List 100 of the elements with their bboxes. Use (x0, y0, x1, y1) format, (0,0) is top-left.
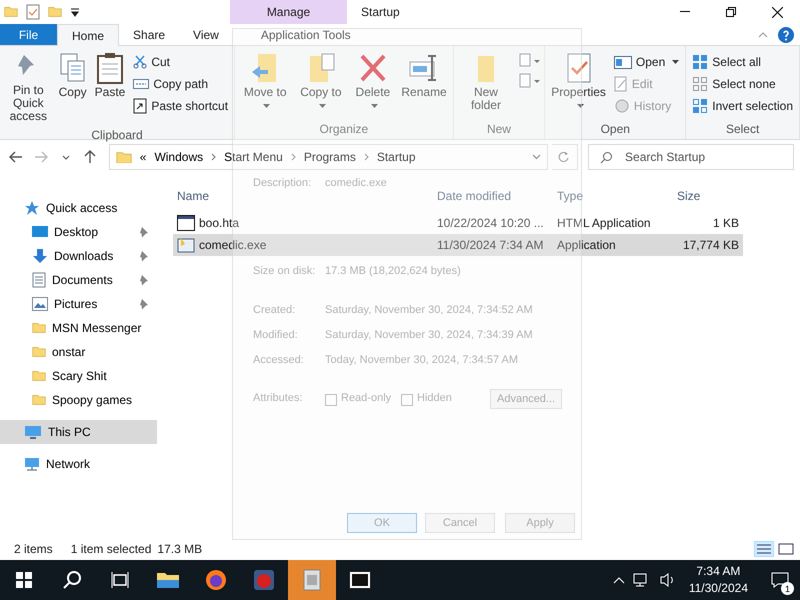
checkmark-document-icon (26, 4, 40, 20)
ribbon-button[interactable]: Open (612, 52, 682, 72)
pin-icon (139, 250, 149, 262)
folder-icon (4, 6, 18, 18)
archive-app-icon (349, 571, 371, 589)
nav-item[interactable]: This PC (0, 420, 157, 444)
large-icons-view-icon (776, 541, 796, 557)
folder-icon (32, 322, 46, 334)
nav-item[interactable]: onstar (0, 340, 157, 364)
file-name: boo.hta (199, 216, 240, 230)
ribbon-button[interactable]: Select none (690, 74, 795, 94)
edit-icon (614, 76, 628, 92)
caret-icon (318, 104, 326, 108)
details-view-icon (754, 541, 774, 557)
field-value: Saturday, November 30, 2024, 7:34:52 AM (325, 304, 533, 316)
breadcrumb[interactable]: Start Menu (224, 150, 283, 164)
search-icon (600, 151, 614, 164)
pin-icon (139, 274, 149, 286)
refresh-button[interactable] (552, 144, 578, 170)
restore-icon (726, 7, 736, 17)
ribbon-button[interactable]: Copy to (295, 48, 346, 121)
table-cell-text: Application (556, 238, 617, 252)
nav-item[interactable]: MSN Messenger (0, 316, 157, 340)
folder-icon (116, 150, 132, 164)
column-header[interactable]: Size (673, 189, 743, 203)
address-bar[interactable]: « Windows Start Menu Programs Startup (108, 144, 548, 170)
chevron-down-icon (532, 154, 541, 160)
search-field[interactable]: Search Startup (588, 144, 794, 170)
ribbon-button[interactable]: Copy path (131, 74, 230, 94)
ribbon-button[interactable]: Move to (239, 48, 292, 121)
ribbon-group-label: Select (724, 121, 760, 138)
nav-item[interactable]: Pictures (0, 292, 157, 316)
ribbon-button[interactable]: Invert selection (690, 96, 795, 116)
monitor-icon (24, 425, 42, 439)
checkbox[interactable] (401, 394, 413, 406)
contextual-tab-header[interactable]: Manage (230, 0, 347, 24)
ribbon-button[interactable]: Pin to Quick access (4, 48, 53, 127)
ribbon-tab[interactable]: File (0, 24, 57, 45)
back-arrow-icon (9, 151, 24, 163)
item-count: 2 items (14, 542, 53, 556)
nav-item[interactable]: Spoopy games (0, 388, 157, 412)
folder-icon (32, 394, 46, 406)
bird-app-icon (253, 569, 275, 591)
browser-globe-icon (205, 569, 227, 591)
column-header[interactable]: Name (173, 189, 433, 203)
field-label: Attributes: (253, 392, 303, 404)
field-value: 17.3 MB (18,202,624 bytes) (325, 265, 461, 277)
nav-item[interactable]: Documents (0, 268, 157, 292)
ribbon-button[interactable]: Select all (690, 52, 795, 72)
breadcrumb[interactable]: Programs (304, 150, 356, 164)
table-cell-text: HTML Application (556, 216, 652, 230)
nav-item[interactable]: Network (0, 452, 157, 476)
star-icon (24, 200, 40, 216)
field-value: Saturday, November 30, 2024, 7:34:39 AM (325, 329, 533, 341)
ribbon-button[interactable]: New folder (458, 48, 514, 121)
field-label: Created: (253, 304, 296, 316)
windows-logo-icon (16, 572, 32, 588)
folder-icon (156, 570, 180, 590)
ribbon-button[interactable]: Paste shortcut (131, 96, 230, 116)
window-icon (614, 56, 632, 68)
document-app-icon (303, 569, 321, 591)
history-icon (614, 98, 630, 114)
file-name: comedic.exe (199, 238, 266, 252)
ribbon-button[interactable]: Cut (131, 52, 230, 72)
nav-item[interactable]: Scary Shit (0, 364, 157, 388)
ribbon-button[interactable]: Delete (350, 48, 396, 121)
clipboard-icon (96, 52, 124, 84)
ribbon-group-label: Organize (318, 121, 370, 138)
checkbox[interactable] (325, 394, 337, 406)
ribbon-button[interactable]: Paste (92, 48, 128, 127)
ribbon-tab[interactable]: Home (57, 24, 120, 46)
file-row[interactable]: comedic.exe 11/30/2024 7:34 AM Application 17,774 KB (173, 234, 743, 256)
table-cell-text: 11/30/2024 7:34 AM (436, 238, 545, 252)
ribbon-button[interactable]: Properties (549, 48, 608, 121)
chevron-right-icon (290, 153, 296, 161)
help-icon (778, 26, 794, 42)
ribbon-button[interactable]: Copy (56, 48, 89, 127)
breadcrumb[interactable]: Startup (376, 150, 416, 164)
file-row[interactable]: boo.hta 10/22/2024 10:20 ... HTML Application 1 KB (173, 212, 743, 234)
dropdown-caret-icon (70, 7, 80, 17)
shortcut-icon (133, 98, 148, 114)
overflow-button[interactable]: « (140, 150, 146, 164)
nav-item[interactable]: Quick access (0, 196, 157, 220)
ribbon-button[interactable]: Rename (399, 48, 449, 121)
chevron-up-icon (612, 576, 625, 584)
executable-file-icon (177, 237, 195, 253)
chevron-right-icon (211, 153, 216, 161)
breadcrumb[interactable]: Windows (154, 150, 204, 164)
notification-count: 1 (781, 582, 794, 595)
window-title: Startup (360, 4, 401, 21)
ribbon-group-label: New (486, 121, 512, 138)
selection-info: 1 item selected (70, 542, 152, 556)
pin-icon (139, 298, 149, 310)
nav-item[interactable]: Desktop (0, 220, 157, 244)
close-icon (772, 6, 782, 18)
field-label: Size on disk: (253, 265, 316, 277)
notification-button[interactable]: 1 (760, 560, 800, 600)
nav-item[interactable]: Downloads (0, 244, 157, 268)
download-arrow-icon (32, 248, 48, 264)
clock[interactable]: 7:34 AM 11/30/2024 (684, 563, 752, 597)
